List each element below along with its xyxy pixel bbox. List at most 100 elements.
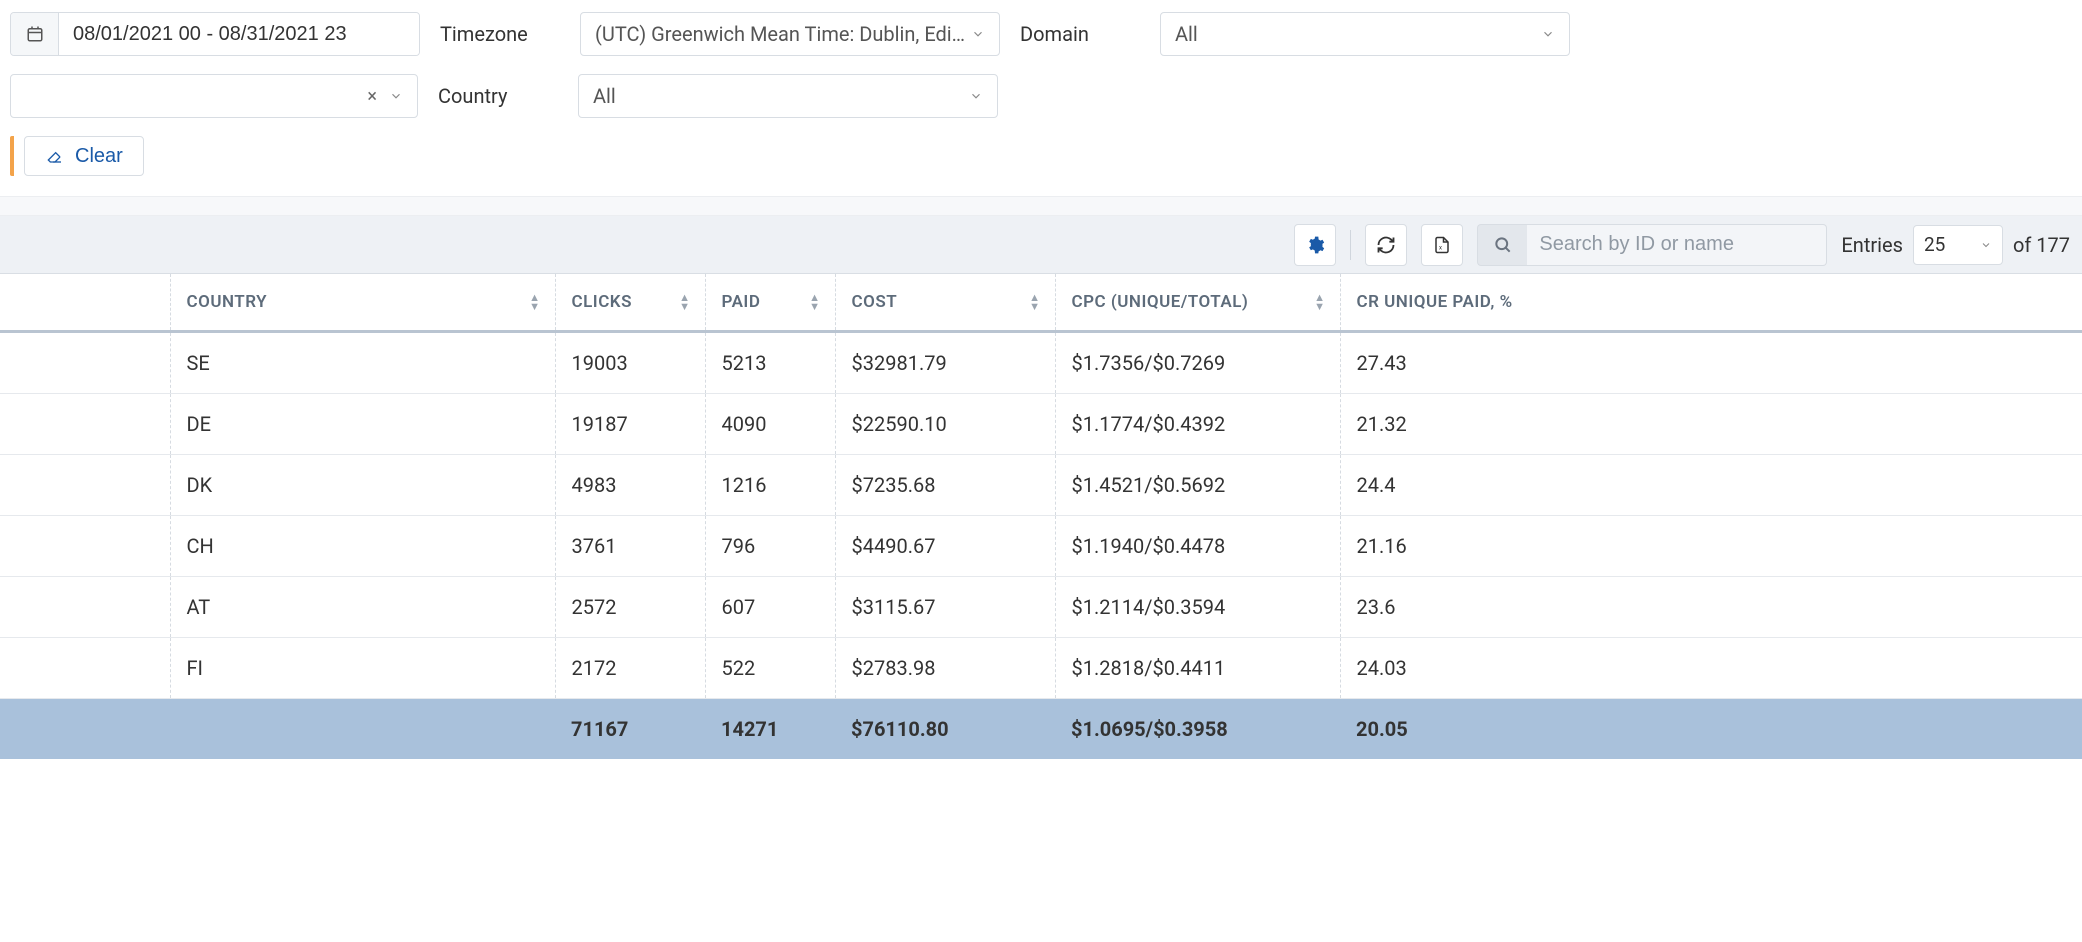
cell-cpc: $1.4521/$0.5692 — [1055, 455, 1340, 516]
cell-cpc: $1.2818/$0.4411 — [1055, 638, 1340, 699]
table-toolbar: x Entries 25 of 177 — [0, 216, 2082, 274]
cell-country: AT — [170, 577, 555, 638]
country-value: All — [593, 84, 616, 108]
cell-cr: 27.43 — [1340, 332, 2082, 394]
date-range-picker[interactable] — [10, 12, 420, 56]
col-country[interactable]: COUNTRY▲▼ — [170, 274, 555, 332]
timezone-select[interactable]: (UTC) Greenwich Mean Time: Dublin, Edinb… — [580, 12, 1000, 56]
col-cr[interactable]: CR UNIQUE PAID, % — [1340, 274, 2082, 332]
date-range-input[interactable] — [59, 13, 419, 55]
total-paid: 14271 — [705, 699, 835, 760]
sort-icon: ▲▼ — [809, 293, 820, 311]
timezone-label: Timezone — [440, 22, 560, 46]
filter-row-2: × Country All — [10, 74, 2072, 118]
cell-paid: 4090 — [705, 394, 835, 455]
cell-clicks: 2172 — [555, 638, 705, 699]
sort-icon: ▲▼ — [679, 293, 690, 311]
domain-select[interactable]: All — [1160, 12, 1570, 56]
sort-icon: ▲▼ — [529, 293, 540, 311]
chevron-down-icon — [1541, 27, 1555, 41]
cell-paid: 796 — [705, 516, 835, 577]
cell-clicks: 3761 — [555, 516, 705, 577]
cell-cr: 24.4 — [1340, 455, 2082, 516]
data-table: COUNTRY▲▼ CLICKS▲▼ PAID▲▼ COST▲▼ CPC (UN… — [0, 274, 2082, 759]
clear-button[interactable]: Clear — [24, 136, 144, 176]
search-input[interactable] — [1527, 224, 1827, 266]
cell-country: CH — [170, 516, 555, 577]
cell-cpc: $1.1774/$0.4392 — [1055, 394, 1340, 455]
cell-country: SE — [170, 332, 555, 394]
col-paid[interactable]: PAID▲▼ — [705, 274, 835, 332]
clear-x-icon[interactable]: × — [367, 86, 377, 107]
cell-clicks: 19003 — [555, 332, 705, 394]
toolbar-divider — [1350, 230, 1351, 260]
cell-cr: 24.03 — [1340, 638, 2082, 699]
clear-row: Clear — [10, 136, 2072, 196]
cell-cpc: $1.2114/$0.3594 — [1055, 577, 1340, 638]
table-row: DE191874090$22590.10$1.1774/$0.439221.32 — [0, 394, 2082, 455]
clear-button-label: Clear — [75, 145, 123, 168]
svg-text:x: x — [1439, 244, 1442, 251]
file-export-icon: x — [1433, 235, 1451, 255]
country-select[interactable]: All — [578, 74, 998, 118]
cell-country: FI — [170, 638, 555, 699]
cell-cost: $32981.79 — [835, 332, 1055, 394]
cell-blank — [0, 638, 170, 699]
cell-blank — [0, 455, 170, 516]
cell-cost: $2783.98 — [835, 638, 1055, 699]
search-wrap — [1477, 224, 1827, 266]
total-cpc: $1.0695/$0.3958 — [1055, 699, 1340, 760]
tag-select[interactable]: × — [10, 74, 418, 118]
cell-blank — [0, 516, 170, 577]
export-button[interactable]: x — [1421, 224, 1463, 266]
col-cpc[interactable]: CPC (UNIQUE/TOTAL)▲▼ — [1055, 274, 1340, 332]
search-icon — [1477, 224, 1527, 266]
eraser-icon — [45, 148, 65, 164]
refresh-icon — [1376, 235, 1396, 255]
divider-band — [0, 196, 2082, 216]
entries-value: 25 — [1924, 233, 1945, 256]
cell-clicks: 4983 — [555, 455, 705, 516]
cell-cr: 21.16 — [1340, 516, 2082, 577]
cell-blank — [0, 577, 170, 638]
col-clicks[interactable]: CLICKS▲▼ — [555, 274, 705, 332]
cell-clicks: 19187 — [555, 394, 705, 455]
total-clicks: 71167 — [555, 699, 705, 760]
table-row: AT2572607$3115.67$1.2114/$0.359423.6 — [0, 577, 2082, 638]
cell-cost: $4490.67 — [835, 516, 1055, 577]
entries-label: Entries — [1841, 233, 1903, 257]
gear-icon — [1305, 235, 1325, 255]
chevron-down-icon — [1980, 239, 1992, 251]
cell-cost: $7235.68 — [835, 455, 1055, 516]
filter-row-1: Timezone (UTC) Greenwich Mean Time: Dubl… — [10, 12, 2072, 56]
cell-blank — [0, 394, 170, 455]
refresh-button[interactable] — [1365, 224, 1407, 266]
total-cr: 20.05 — [1340, 699, 2082, 760]
cell-paid: 607 — [705, 577, 835, 638]
chevron-down-icon — [389, 89, 403, 103]
table-row: CH3761796$4490.67$1.1940/$0.447821.16 — [0, 516, 2082, 577]
cell-blank — [0, 332, 170, 394]
entries-wrap: Entries 25 of 177 — [1841, 225, 2070, 265]
cell-cr: 23.6 — [1340, 577, 2082, 638]
timezone-value: (UTC) Greenwich Mean Time: Dublin, Edinb… — [595, 22, 971, 46]
calendar-icon — [11, 13, 59, 55]
domain-label: Domain — [1020, 22, 1140, 46]
filters-panel: Timezone (UTC) Greenwich Mean Time: Dubl… — [0, 0, 2082, 196]
cell-country: DE — [170, 394, 555, 455]
cell-cpc: $1.7356/$0.7269 — [1055, 332, 1340, 394]
chevron-down-icon — [969, 89, 983, 103]
total-cost: $76110.80 — [835, 699, 1055, 760]
table-totals-row: 71167 14271 $76110.80 $1.0695/$0.3958 20… — [0, 699, 2082, 760]
entries-select[interactable]: 25 — [1913, 225, 2003, 265]
settings-button[interactable] — [1294, 224, 1336, 266]
table-header-row: COUNTRY▲▼ CLICKS▲▼ PAID▲▼ COST▲▼ CPC (UN… — [0, 274, 2082, 332]
col-cost[interactable]: COST▲▼ — [835, 274, 1055, 332]
country-label: Country — [438, 84, 558, 108]
table-row: DK49831216$7235.68$1.4521/$0.569224.4 — [0, 455, 2082, 516]
table-row: FI2172522$2783.98$1.2818/$0.441124.03 — [0, 638, 2082, 699]
entries-total: of 177 — [2013, 233, 2070, 257]
cell-clicks: 2572 — [555, 577, 705, 638]
cell-paid: 1216 — [705, 455, 835, 516]
cell-country: DK — [170, 455, 555, 516]
